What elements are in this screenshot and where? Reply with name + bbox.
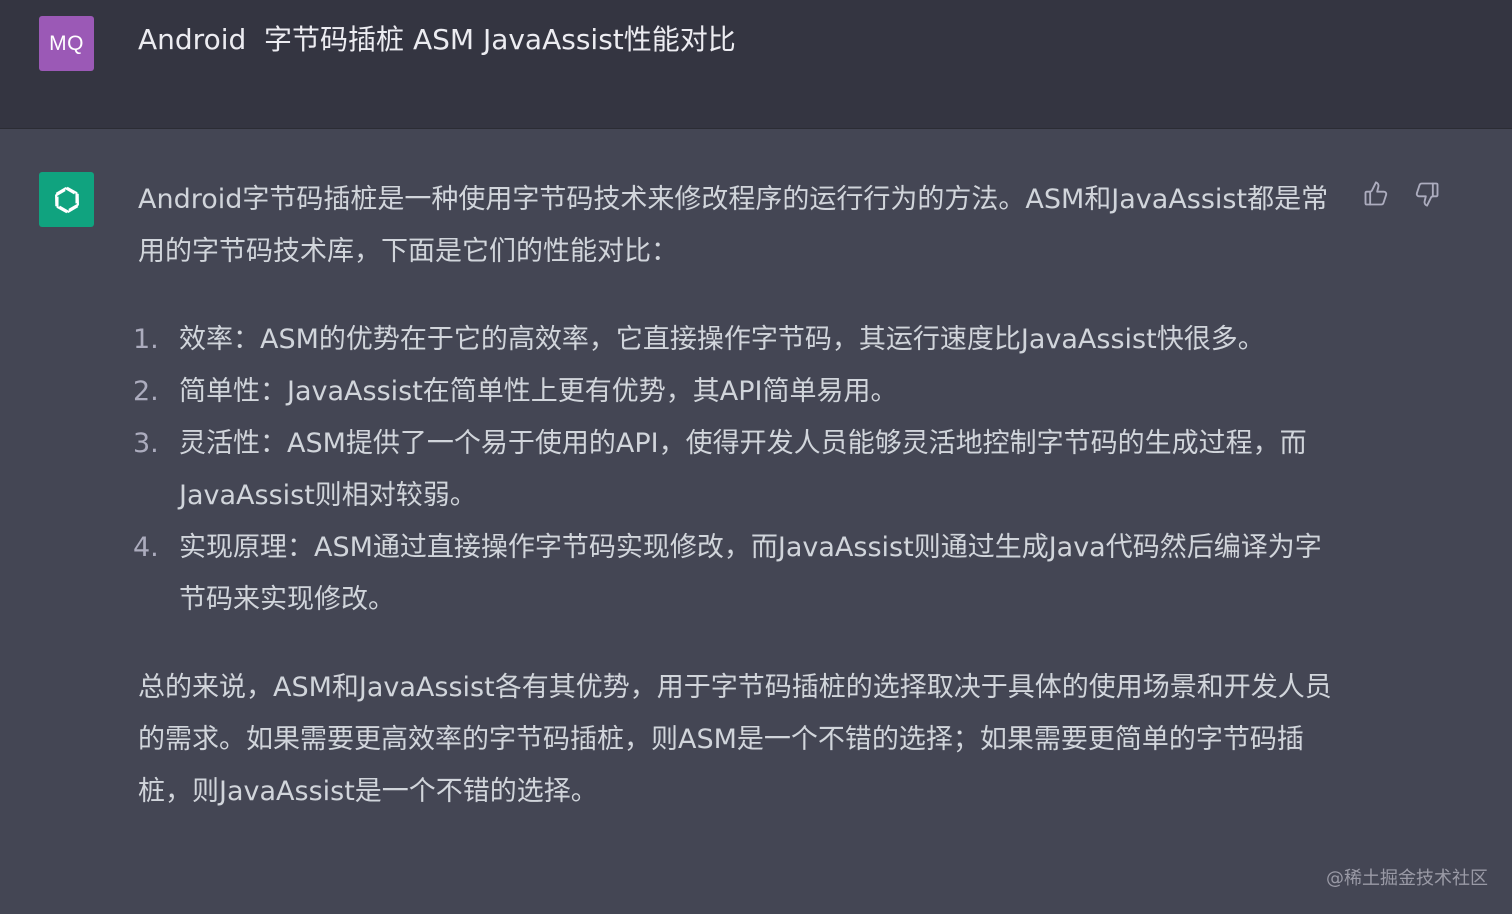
assistant-message-content: Android字节码插桩是一种使用字节码技术来修改程序的运行行为的方法。ASM和…: [133, 174, 1338, 818]
thumbs-down-button[interactable]: [1410, 177, 1444, 211]
list-item: 2. 简单性：JavaAssist在简单性上更有优势，其API简单易用。: [133, 366, 1338, 418]
thumbs-up-icon: [1364, 181, 1388, 206]
assistant-avatar: [39, 172, 94, 227]
list-item-number: 3.: [133, 428, 159, 459]
list-item: 4. 实现原理：ASM通过直接操作字节码实现修改，而JavaAssist则通过生…: [133, 522, 1338, 626]
comparison-list: 1. 效率：ASM的优势在于它的高效率，它直接操作字节码，其运行速度比JavaA…: [133, 314, 1338, 626]
user-message-row: MQ Android 字节码插桩 ASM JavaAssist性能对比: [0, 0, 1512, 129]
assistant-message-row: Android字节码插桩是一种使用字节码技术来修改程序的运行行为的方法。ASM和…: [0, 129, 1512, 914]
intro-paragraph: Android字节码插桩是一种使用字节码技术来修改程序的运行行为的方法。ASM和…: [138, 184, 1329, 267]
user-avatar: MQ: [39, 16, 94, 71]
list-item-number: 2.: [133, 376, 159, 407]
thumbs-down-icon: [1415, 182, 1439, 207]
list-item-text: 简单性：JavaAssist在简单性上更有优势，其API简单易用。: [179, 376, 898, 407]
watermark: @稀土掘金技术社区: [1326, 868, 1488, 889]
list-item-text: 效率：ASM的优势在于它的高效率，它直接操作字节码，其运行速度比JavaAssi…: [179, 324, 1265, 355]
list-item-number: 4.: [133, 532, 159, 563]
openai-logo-icon: [54, 186, 79, 213]
thumbs-up-button[interactable]: [1359, 177, 1393, 211]
list-item: 1. 效率：ASM的优势在于它的高效率，它直接操作字节码，其运行速度比JavaA…: [133, 314, 1338, 366]
conclusion-paragraph: 总的来说，ASM和JavaAssist各有其优势，用于字节码插桩的选择取决于具体…: [138, 672, 1332, 807]
list-item-number: 1.: [133, 324, 159, 355]
user-message-text: Android 字节码插桩 ASM JavaAssist性能对比: [138, 23, 736, 56]
list-item-text: 灵活性：ASM提供了一个易于使用的API，使得开发人员能够灵活地控制字节码的生成…: [179, 428, 1307, 511]
list-item: 3. 灵活性：ASM提供了一个易于使用的API，使得开发人员能够灵活地控制字节码…: [133, 418, 1338, 522]
list-item-text: 实现原理：ASM通过直接操作字节码实现修改，而JavaAssist则通过生成Ja…: [179, 532, 1322, 615]
